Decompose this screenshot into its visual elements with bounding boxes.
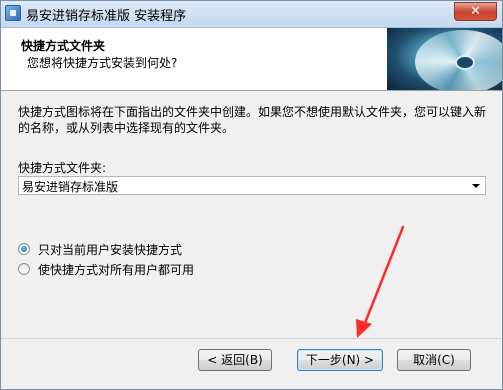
arrow-shaft: [363, 225, 405, 325]
installer-window: 易安进销存标准版 安装程序 ✕ 快捷方式文件夹 您想将快捷方式安装到何处? 快捷…: [0, 0, 503, 390]
red-arrow-annotation: [356, 225, 405, 338]
arrow-head: [356, 319, 372, 338]
